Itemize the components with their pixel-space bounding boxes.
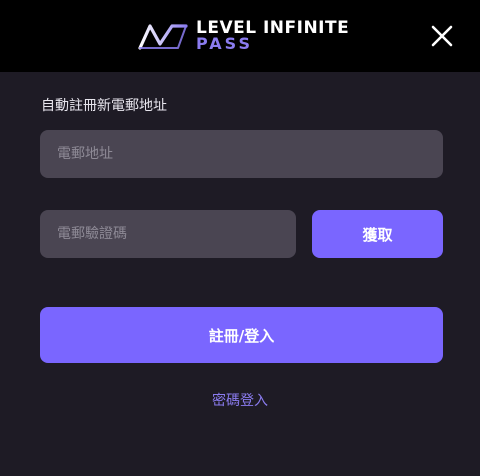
email-input[interactable]: [40, 130, 443, 178]
close-icon: [431, 25, 453, 47]
login-dialog: LEVEL INFINITE PASS 自動註冊新電郵地址 獲取 註冊/登入 密…: [0, 0, 480, 476]
close-button[interactable]: [428, 22, 456, 50]
verification-code-input[interactable]: [40, 210, 296, 258]
level-infinite-mark-icon: [138, 24, 188, 50]
section-label: 自動註冊新電郵地址: [41, 98, 167, 114]
get-code-button[interactable]: 獲取: [312, 210, 443, 258]
password-login-link[interactable]: 密碼登入: [0, 391, 480, 411]
register-login-button[interactable]: 註冊/登入: [40, 307, 443, 363]
level-infinite-pass-logo: LEVEL INFINITE PASS: [138, 18, 358, 54]
dialog-header: LEVEL INFINITE PASS: [0, 0, 480, 72]
logo-text-pass: PASS: [196, 34, 253, 53]
